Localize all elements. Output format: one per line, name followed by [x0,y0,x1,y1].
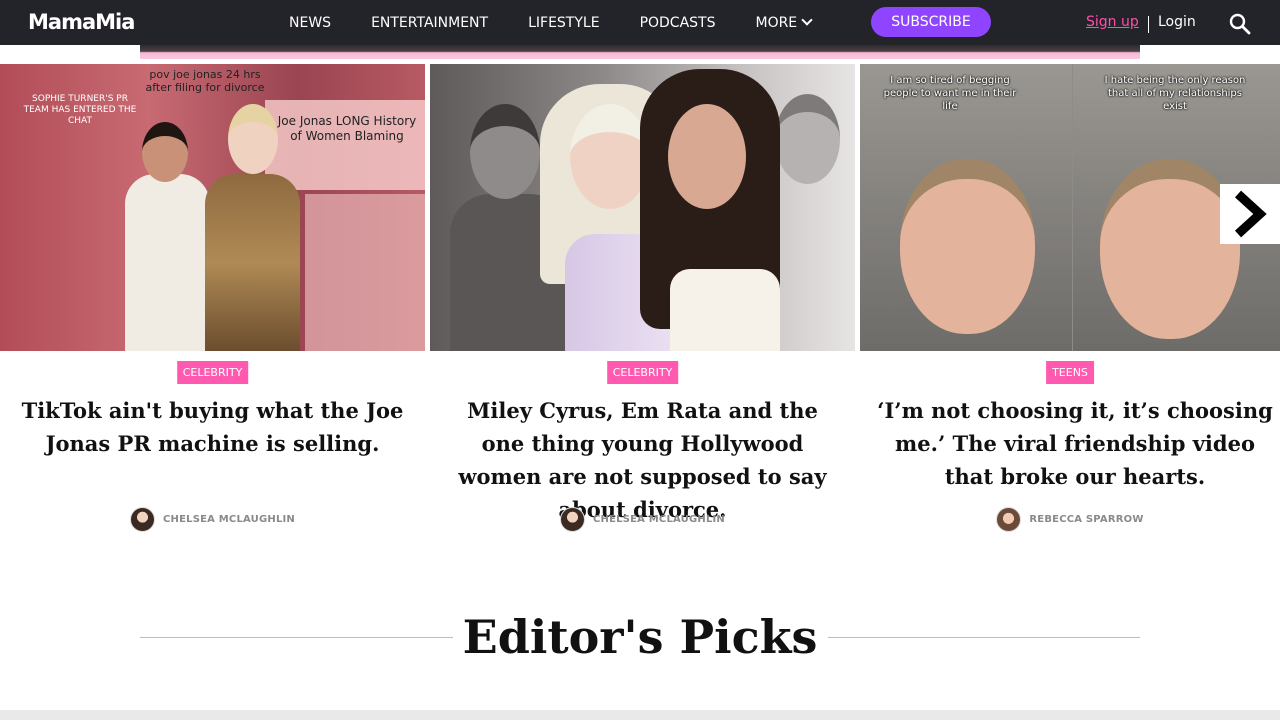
subscribe-button[interactable]: SUBSCRIBE [871,7,991,37]
video-caption: I am so tired of begging people to want … [883,75,1017,112]
nav-entertainment[interactable]: ENTERTAINMENT [371,15,488,31]
nav-podcasts[interactable]: PODCASTS [640,15,716,31]
article-card[interactable]: CELEBRITY Miley Cyrus, Em Rata and the o… [430,64,855,544]
author-byline[interactable]: CHELSEA MCLAUGHLIN [430,507,855,532]
image-figure [125,174,210,351]
category-tag[interactable]: CELEBRITY [176,361,249,384]
article-title[interactable]: TikTok ain't buying what the Joe Jonas P… [20,394,405,460]
article-card[interactable]: I am so tired of begging people to want … [860,64,1280,544]
image-figure [228,104,278,174]
avatar [559,507,585,532]
image-figure [570,104,650,209]
article-image[interactable]: I am so tired of begging people to want … [860,64,1280,351]
section-divider [140,637,453,638]
article-card[interactable]: pov joe jonas 24 hrs after filing for di… [0,64,425,544]
author-name: REBECCA SPARROW [1029,514,1144,525]
next-section-background [0,710,1280,720]
author-byline[interactable]: CHELSEA MCLAUGHLIN [0,507,425,532]
top-navigation-bar: MamaMia NEWS ENTERTAINMENT LIFESTYLE POD… [0,0,1280,45]
image-overlay-graphic [305,194,425,351]
author-byline[interactable]: REBECCA SPARROW [860,507,1280,532]
section-title: Editor's Picks [462,610,818,664]
main-nav: NEWS ENTERTAINMENT LIFESTYLE PODCASTS MO… [289,0,851,45]
image-figure [470,104,540,199]
image-figure [668,104,746,209]
video-caption: I hate being the only reason that all of… [1104,75,1246,112]
article-title[interactable]: ‘I’m not choosing it, it’s choosing me.’… [875,394,1275,493]
category-tag[interactable]: TEENS [1046,361,1094,384]
image-figure [775,94,840,184]
chevron-down-icon [801,14,813,26]
search-icon[interactable] [1229,13,1251,35]
chevron-right-icon [1234,190,1267,238]
carousel-next-button[interactable] [1220,184,1280,244]
article-image[interactable] [430,64,855,351]
divider [1148,16,1149,33]
image-caption: pov joe jonas 24 hrs after filing for di… [145,68,265,94]
avatar [129,507,155,532]
site-logo[interactable]: MamaMia [28,9,135,35]
image-caption: Joe Jonas LONG History of Women Blaming [277,114,417,143]
article-image[interactable]: pov joe jonas 24 hrs after filing for di… [0,64,425,351]
signup-link[interactable]: Sign up [1086,14,1139,30]
nav-lifestyle[interactable]: LIFESTYLE [528,15,599,31]
avatar [996,507,1022,532]
image-figure [670,269,780,351]
category-tag[interactable]: CELEBRITY [606,361,679,384]
ad-banner[interactable] [140,45,1140,59]
nav-news[interactable]: NEWS [289,15,331,31]
nav-more-label: MORE [755,14,798,31]
image-figure [900,159,1035,334]
author-name: CHELSEA MCLAUGHLIN [162,514,296,525]
nav-more[interactable]: MORE [755,14,813,31]
author-name: CHELSEA MCLAUGHLIN [592,514,726,525]
login-link[interactable]: Login [1158,14,1196,30]
image-figure [205,174,300,351]
image-caption: SOPHIE TURNER'S PR TEAM HAS ENTERED THE … [23,94,137,126]
image-figure [142,122,188,182]
image-figure [1100,159,1240,339]
section-divider [828,637,1140,638]
